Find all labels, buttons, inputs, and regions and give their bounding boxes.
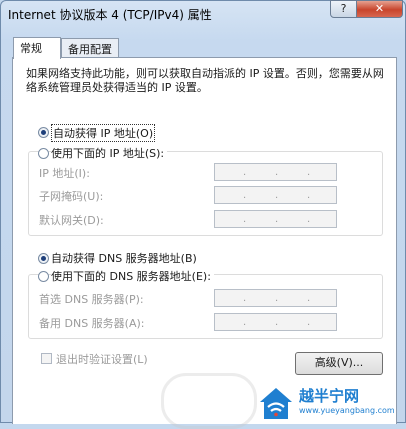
default-gateway-field[interactable]: ... [214, 210, 337, 228]
title-bar[interactable]: Internet 协议版本 4 (TCP/IPv4) 属性 ? ✕ [1, 0, 405, 29]
ip-address-field[interactable]: ... [214, 163, 337, 181]
tab-general[interactable]: 常规 [13, 37, 61, 59]
auto-dns-radio[interactable] [38, 253, 49, 264]
auto-ip-radio[interactable] [38, 127, 49, 138]
auto-ip-label[interactable]: 自动获得 IP 地址(O) [51, 124, 156, 142]
manual-ip-label[interactable]: 使用下面的 IP 地址(S): [51, 145, 168, 161]
watermark-url: www.yueyangbang.com [299, 406, 395, 415]
default-gateway-label: 默认网关(D): [39, 214, 104, 227]
wifi-house-icon [260, 388, 292, 419]
description-text: 如果网络支持此功能，则可以获取自动指派的 IP 设置。否则，您需要从网络系统管理… [26, 67, 384, 94]
alternate-dns-label: 备用 DNS 服务器(A): [39, 317, 145, 330]
watermark-ghost-shape [161, 373, 257, 429]
watermark-brand: 越半宁网 [299, 387, 360, 405]
tab-alternate-config[interactable]: 备用配置 [61, 38, 119, 58]
validate-on-exit-label[interactable]: 退出时验证设置(L) [56, 351, 148, 367]
auto-dns-label[interactable]: 自动获得 DNS 服务器地址(B) [51, 250, 197, 266]
ip-address-label: IP 地址(I): [39, 167, 90, 180]
validate-on-exit-checkbox[interactable] [41, 353, 52, 364]
close-button[interactable]: ✕ [356, 0, 403, 18]
alternate-dns-field[interactable]: ... [214, 313, 337, 331]
help-button[interactable]: ? [330, 0, 357, 18]
preferred-dns-label: 首选 DNS 服务器(P): [39, 293, 144, 306]
advanced-button[interactable]: 高级(V)... [295, 352, 383, 375]
manual-dns-radio[interactable] [38, 271, 49, 282]
preferred-dns-field[interactable]: ... [214, 289, 337, 307]
subnet-mask-field[interactable]: ... [214, 186, 337, 204]
dialog-window: Internet 协议版本 4 (TCP/IPv4) 属性 ? ✕ 常规 备用配… [0, 0, 406, 429]
window-title: Internet 协议版本 4 (TCP/IPv4) 属性 [8, 8, 212, 22]
subnet-mask-label: 子网掩码(U): [39, 190, 104, 203]
manual-dns-label[interactable]: 使用下面的 DNS 服务器地址(E): [51, 268, 214, 284]
manual-ip-radio[interactable] [38, 148, 49, 159]
